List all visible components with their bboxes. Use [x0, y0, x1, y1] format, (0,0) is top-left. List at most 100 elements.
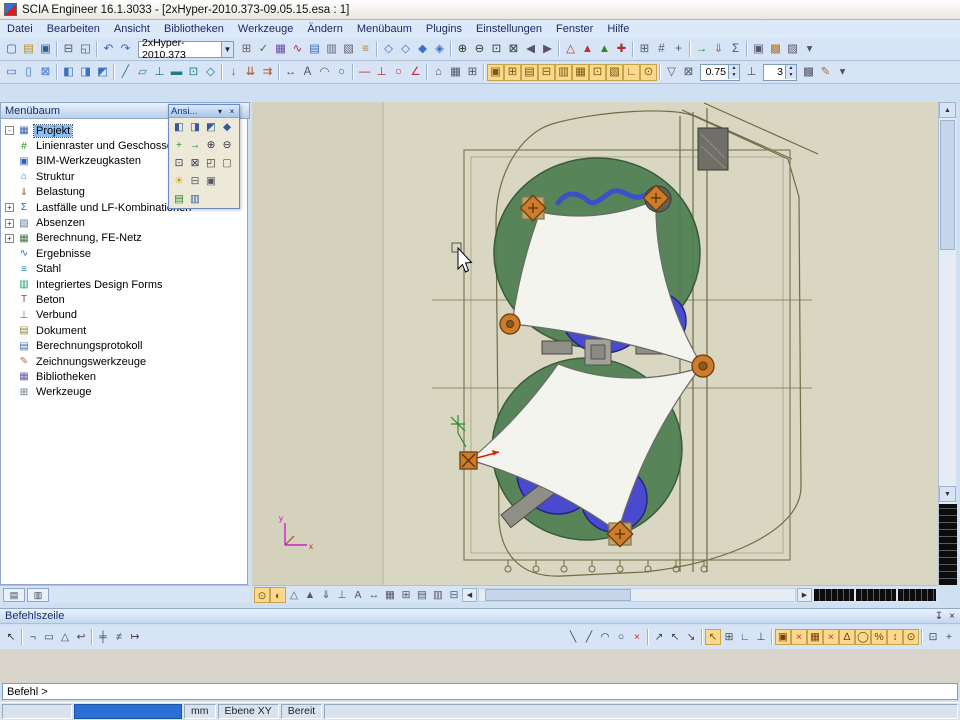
extend-tool-icon[interactable]: ↦	[127, 629, 143, 645]
menu-bearbeiten[interactable]: Bearbeiten	[40, 21, 107, 37]
grid-ortho-icon[interactable]: ⊞	[721, 629, 737, 645]
ortho-mode-icon[interactable]: ∟	[737, 629, 753, 645]
show-supports-icon[interactable]: ✚	[613, 41, 630, 58]
filter-selection-icon[interactable]: ▽	[663, 64, 680, 81]
snap-endpoints-icon[interactable]: ▣	[487, 64, 504, 81]
ucs-tool-icon[interactable]: +	[171, 137, 187, 153]
snap-grid-icon[interactable]: ⊞	[504, 64, 521, 81]
scroll-left-icon[interactable]: ◀	[462, 588, 477, 602]
snap-points-toggle-icon[interactable]: ⊙	[903, 629, 919, 645]
snap-center-off-icon[interactable]: ×	[823, 629, 839, 645]
snap-midpoints-icon[interactable]: ▤	[521, 64, 538, 81]
combinations-icon[interactable]: Σ	[727, 41, 744, 58]
circle-mode-icon[interactable]: ○	[613, 629, 629, 645]
dimension-tool-icon[interactable]: ↔	[282, 64, 299, 81]
support-tool-icon[interactable]: ⊥	[373, 64, 390, 81]
menu-menübaum[interactable]: Menübaum	[350, 21, 419, 37]
view-z-icon[interactable]: ◆	[414, 41, 431, 58]
view-point-mode-icon[interactable]: ⊙	[254, 587, 270, 603]
sidebar-item-dokument[interactable]: +▤Dokument	[1, 323, 247, 338]
light-settings-icon[interactable]: ☀	[171, 173, 187, 189]
sidebar-item-integriertes-design-forms[interactable]: +▥Integriertes Design Forms	[1, 277, 247, 292]
zoom-selection-icon[interactable]: ◰	[203, 155, 219, 171]
view-top-icon[interactable]: ◧	[171, 119, 187, 135]
dir-se-icon[interactable]: ↘	[683, 629, 699, 645]
calculation-icon[interactable]: ⊞	[238, 41, 255, 58]
arc-tool-icon[interactable]: ◠	[316, 64, 333, 81]
sidebar-item-verbund[interactable]: +⊥Verbund	[1, 308, 247, 323]
vertical-scroll-thumb[interactable]	[940, 120, 955, 250]
show-dimensions-icon[interactable]: ↔	[366, 587, 382, 603]
menu-werkzeuge[interactable]: Werkzeuge	[231, 21, 300, 37]
sidebar-item-berechnungsprotokoll[interactable]: +▤Berechnungsprotokoll	[1, 338, 247, 353]
active-view-combo[interactable]: 2xHyper-2010.373 ▼	[138, 41, 234, 58]
polyline-mode-icon[interactable]: ╱	[581, 629, 597, 645]
ground-symbol-icon[interactable]: ⊥	[743, 64, 760, 81]
view-x-icon[interactable]: ◇	[380, 41, 397, 58]
picture-to-gallery-icon[interactable]: ▤	[171, 191, 187, 207]
document-icon[interactable]: ▤	[306, 41, 323, 58]
snap-endpoint-off-icon[interactable]: ×	[791, 629, 807, 645]
load-panel-icon[interactable]: ⇓	[710, 41, 727, 58]
sidebar-item-berechnung-fe-netz[interactable]: +▦Berechnung, FE-Netz	[1, 231, 247, 246]
window-new-icon[interactable]: ▭	[3, 64, 20, 81]
delete-last-icon[interactable]: ×	[629, 629, 645, 645]
scroll-up-icon[interactable]: ▲	[939, 102, 956, 118]
toolbar2-overflow-icon[interactable]: ▾	[834, 64, 851, 81]
results-browser-icon[interactable]: ∿	[289, 41, 306, 58]
scroll-right-icon[interactable]: ▶	[797, 588, 812, 602]
snap-perpendicular-icon[interactable]: ∟	[623, 64, 640, 81]
activity-layers-icon[interactable]: ▣	[750, 41, 767, 58]
cursor-coords-icon[interactable]: +	[941, 629, 957, 645]
show-labels-icon[interactable]: A	[350, 587, 366, 603]
arc-mode-icon[interactable]: ◠	[597, 629, 613, 645]
tree-expander-icon[interactable]: +	[5, 203, 14, 212]
menu-einstellungen[interactable]: Einstellungen	[469, 21, 549, 37]
line-load-icon[interactable]: ⇊	[242, 64, 259, 81]
selection-rect-icon[interactable]: ▭	[41, 629, 57, 645]
grid-tool-icon[interactable]: ▦	[447, 64, 464, 81]
copy-picture-icon[interactable]: ▣	[203, 173, 219, 189]
undo-icon[interactable]: ↶	[100, 41, 117, 58]
tree-expander-icon[interactable]: +	[5, 234, 14, 243]
sidebar-item-stahl[interactable]: +≡Stahl	[1, 262, 247, 277]
hatch-settings-icon[interactable]: ▩	[800, 64, 817, 81]
redo-icon[interactable]: ↷	[117, 41, 134, 58]
point-load-icon[interactable]: ↓	[225, 64, 242, 81]
combo-dropdown-icon[interactable]: ▼	[221, 42, 233, 57]
storey-tool-icon[interactable]: ⌂	[430, 64, 447, 81]
vertical-scrollbar[interactable]: ▲ ▼	[938, 102, 956, 585]
trim-tool-icon[interactable]: ≠	[111, 629, 127, 645]
menu-bibliotheken[interactable]: Bibliotheken	[157, 21, 231, 37]
open-project-icon[interactable]: ▤	[20, 41, 37, 58]
dir-ne-icon[interactable]: ↗	[651, 629, 667, 645]
status-plane[interactable]: Ebene XY	[218, 704, 279, 719]
selection-poly-icon[interactable]: △	[57, 629, 73, 645]
snap-centers-icon[interactable]: ⊡	[589, 64, 606, 81]
dir-nw-icon[interactable]: ↖	[667, 629, 683, 645]
horizontal-scroll-thumb[interactable]	[485, 589, 630, 601]
selection-line-icon[interactable]: ¬	[25, 629, 41, 645]
palette-zoom-all-icon[interactable]: ⊠	[187, 155, 203, 171]
tab-properties[interactable]: ▥	[27, 588, 49, 602]
snap-midpoint-toggle-icon[interactable]: ▣	[775, 629, 791, 645]
dot-grid-toggle-icon[interactable]: ⊡	[925, 629, 941, 645]
palette-zoom-out-icon[interactable]: ⊖	[219, 137, 235, 153]
view-palette-header[interactable]: Ansi... ▾ ×	[169, 105, 239, 118]
wind-generator-icon[interactable]: →	[693, 41, 710, 58]
tree-expander-icon[interactable]: +	[5, 219, 14, 228]
table-input-icon[interactable]: ▥	[323, 41, 340, 58]
menu-datei[interactable]: Datei	[0, 21, 40, 37]
drawing-viewport[interactable]: y x	[252, 102, 938, 585]
print-view-icon[interactable]: ⊟	[187, 173, 203, 189]
menu-plugins[interactable]: Plugins	[419, 21, 469, 37]
new-project-icon[interactable]: ▢	[3, 41, 20, 58]
picture-gallery-icon[interactable]: ▧	[340, 41, 357, 58]
layers-icon[interactable]: ≡	[357, 41, 374, 58]
sidebar-item-absenzen[interactable]: +▧Absenzen	[1, 215, 247, 230]
mesh-generation-icon[interactable]: ▦	[272, 41, 289, 58]
palette-dropdown-icon[interactable]: ▾	[215, 107, 225, 116]
text-tool-icon[interactable]: A	[299, 64, 316, 81]
snap-percent-toggle-icon[interactable]: %	[871, 629, 887, 645]
palette-zoom-window-icon[interactable]: ⊡	[171, 155, 187, 171]
